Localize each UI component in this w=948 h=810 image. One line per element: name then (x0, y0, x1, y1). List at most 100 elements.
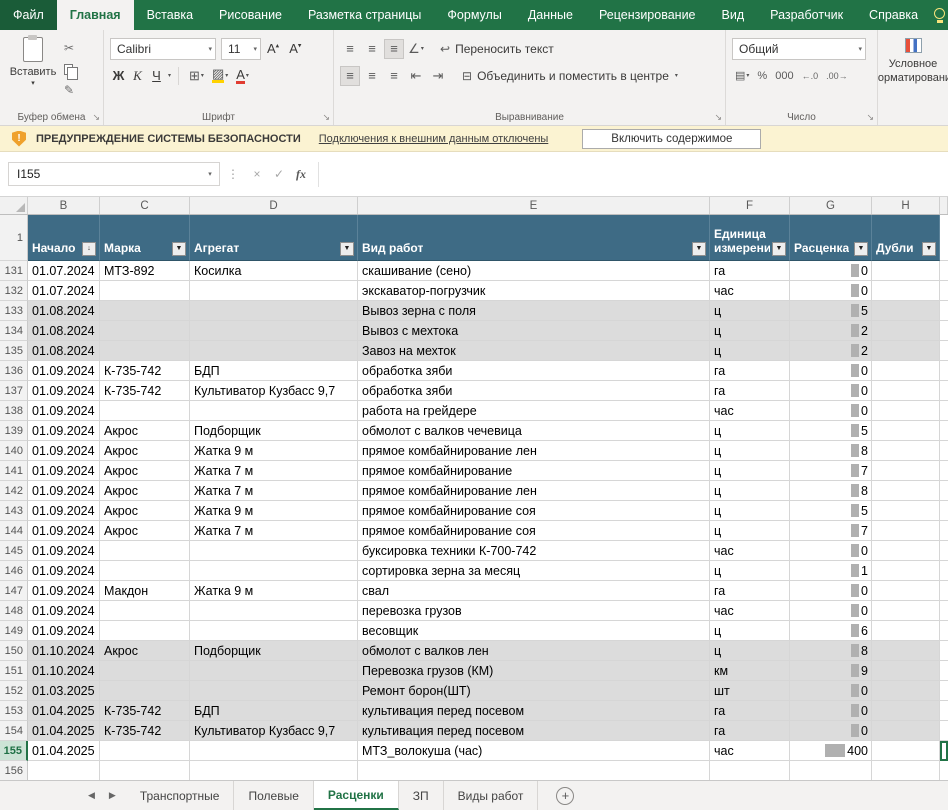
cell-marka[interactable]: К-735-742 (100, 701, 190, 721)
row-header[interactable]: 136 (0, 361, 28, 381)
cell[interactable] (940, 401, 948, 421)
increase-indent-icon[interactable]: ⇥ (428, 66, 448, 86)
cell-unit[interactable]: км (710, 661, 790, 681)
cell-rate[interactable]: 0 (790, 681, 872, 701)
cell-marka[interactable]: К-735-742 (100, 381, 190, 401)
dialog-launcher-icon[interactable]: ↘ (866, 112, 874, 123)
insert-function-icon[interactable]: fx (290, 167, 312, 182)
cell-agregat[interactable]: Жатка 9 м (190, 581, 358, 601)
cell-dupli[interactable] (872, 701, 940, 721)
cell[interactable] (940, 441, 948, 461)
cell-rate[interactable]: 1 (790, 561, 872, 581)
cell-date[interactable]: 01.10.2024 (28, 641, 100, 661)
cell[interactable] (940, 621, 948, 641)
cell-unit[interactable]: час (710, 401, 790, 421)
cell-unit[interactable]: ц (710, 481, 790, 501)
cell-agregat[interactable] (190, 681, 358, 701)
cell-dupli[interactable] (872, 621, 940, 641)
cell-unit[interactable]: га (710, 581, 790, 601)
cell[interactable] (940, 321, 948, 341)
cell-rate[interactable]: 2 (790, 321, 872, 341)
cell-dupli[interactable] (872, 261, 940, 281)
increase-font-size-icon[interactable]: А▴ (263, 41, 283, 56)
cell-marka[interactable] (100, 621, 190, 641)
row-header[interactable]: 134 (0, 321, 28, 341)
cell-date[interactable]: 01.04.2025 (28, 721, 100, 741)
filter-icon[interactable]: ▼ (172, 242, 186, 256)
cell-date[interactable]: 01.09.2024 (28, 581, 100, 601)
cell-agregat[interactable]: БДП (190, 701, 358, 721)
row-header[interactable]: 140 (0, 441, 28, 461)
row-header[interactable]: 135 (0, 341, 28, 361)
cell-agregat[interactable]: Жатка 9 м (190, 441, 358, 461)
cell-rate[interactable]: 8 (790, 441, 872, 461)
cell-rate[interactable]: 2 (790, 341, 872, 361)
cell-work-type[interactable]: свал (358, 581, 710, 601)
italic-button[interactable]: К (129, 68, 146, 84)
cell[interactable] (940, 721, 948, 741)
enter-icon[interactable]: ✓ (268, 167, 290, 181)
cell[interactable] (940, 761, 948, 780)
number-format-select[interactable]: Общий ▾ (732, 37, 866, 60)
ribbon-tab[interactable]: Формулы (434, 0, 514, 30)
column-header-D[interactable]: D (190, 197, 358, 214)
cell-rate[interactable]: 7 (790, 521, 872, 541)
align-bottom-icon[interactable]: ≡ (384, 38, 404, 59)
cell-marka[interactable] (100, 561, 190, 581)
cell-agregat[interactable] (190, 281, 358, 301)
font-size-select[interactable]: 11 ▾ (221, 37, 261, 60)
cell-rate[interactable]: 400 (790, 741, 872, 761)
cell-date[interactable]: 01.04.2025 (28, 741, 100, 761)
cell[interactable] (940, 701, 948, 721)
cell-marka[interactable] (100, 321, 190, 341)
row-header[interactable]: 153 (0, 701, 28, 721)
cell[interactable] (940, 261, 948, 281)
cell-dupli[interactable] (872, 721, 940, 741)
cell-date[interactable]: 01.03.2025 (28, 681, 100, 701)
sheet-tab-Транспортные[interactable]: Транспортные (126, 781, 235, 810)
accounting-format-icon[interactable]: ▤ ▾ (734, 69, 750, 82)
cell-agregat[interactable] (190, 761, 358, 780)
align-middle-icon[interactable]: ≡ (362, 39, 382, 59)
row-header[interactable]: 133 (0, 301, 28, 321)
sort-filter-icon[interactable]: ↓ (82, 242, 96, 256)
cell-rate[interactable]: 0 (790, 261, 872, 281)
cell-agregat[interactable]: Жатка 7 м (190, 521, 358, 541)
cell-work-type[interactable]: прямое комбайнирование соя (358, 501, 710, 521)
cell-marka[interactable] (100, 401, 190, 421)
cell-date[interactable]: 01.08.2024 (28, 341, 100, 361)
cell-dupli[interactable] (872, 641, 940, 661)
cell-agregat[interactable]: БДП (190, 361, 358, 381)
security-warning-message-link[interactable]: Подключения к внешним данным отключены (319, 133, 549, 145)
cell-rate[interactable]: 5 (790, 301, 872, 321)
cell-dupli[interactable] (872, 761, 940, 780)
cell-date[interactable]: 01.09.2024 (28, 361, 100, 381)
cell-unit[interactable]: ц (710, 501, 790, 521)
cell-marka[interactable]: Акрос (100, 481, 190, 501)
cell[interactable] (940, 581, 948, 601)
cell-date[interactable]: 01.09.2024 (28, 621, 100, 641)
cell-work-type[interactable]: перевозка грузов (358, 601, 710, 621)
row-header[interactable]: 147 (0, 581, 28, 601)
column-header-F[interactable]: F (710, 197, 790, 214)
cell[interactable] (940, 641, 948, 661)
cell-date[interactable]: 01.08.2024 (28, 321, 100, 341)
row-header[interactable]: 145 (0, 541, 28, 561)
cell-work-type[interactable]: прямое комбайнирование лен (358, 441, 710, 461)
formula-input[interactable] (318, 161, 948, 187)
cell-date[interactable]: 01.09.2024 (28, 461, 100, 481)
cell[interactable] (940, 501, 948, 521)
cell-unit[interactable] (710, 761, 790, 780)
cell-rate[interactable]: 5 (790, 501, 872, 521)
cell-marka[interactable]: Акрос (100, 641, 190, 661)
cell-work-type[interactable]: культивация перед посевом (358, 701, 710, 721)
cell-rate[interactable]: 0 (790, 381, 872, 401)
cell-agregat[interactable] (190, 601, 358, 621)
cell-marka[interactable]: К-735-742 (100, 361, 190, 381)
ribbon-tab[interactable]: Справка (856, 0, 931, 30)
ribbon-tab[interactable]: Вставка (134, 0, 206, 30)
sheet-tab-ЗП[interactable]: ЗП (399, 781, 444, 810)
sheet-nav-left-icon[interactable]: ◀ (88, 790, 95, 801)
cell-unit[interactable]: га (710, 361, 790, 381)
cell-unit[interactable]: ц (710, 301, 790, 321)
